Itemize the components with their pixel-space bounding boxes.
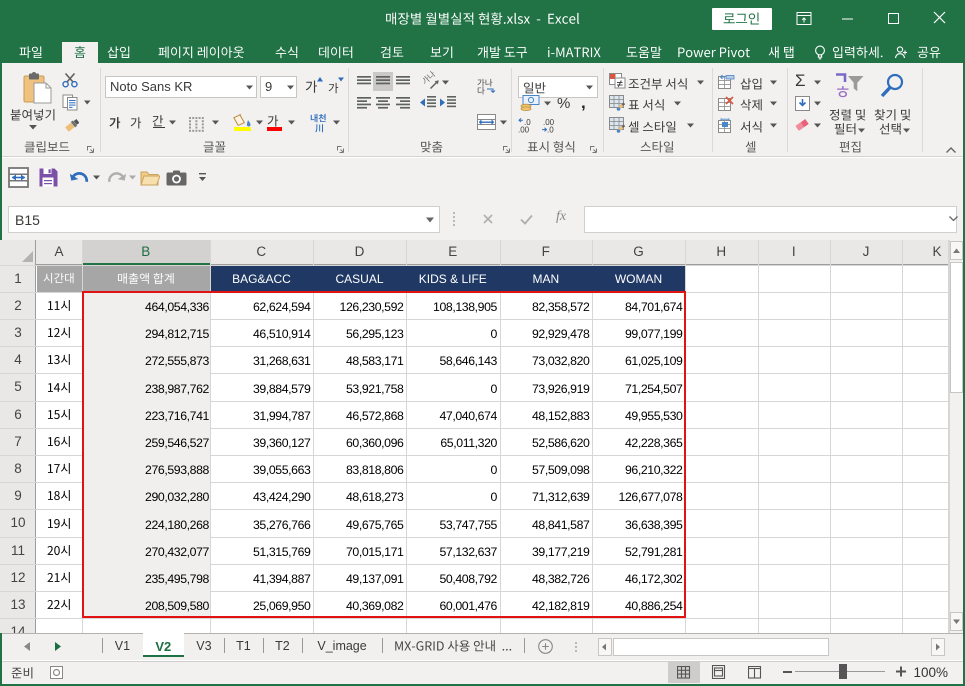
svg-text:.0: .0 [547,126,554,134]
svg-text:.00: .00 [518,126,530,134]
